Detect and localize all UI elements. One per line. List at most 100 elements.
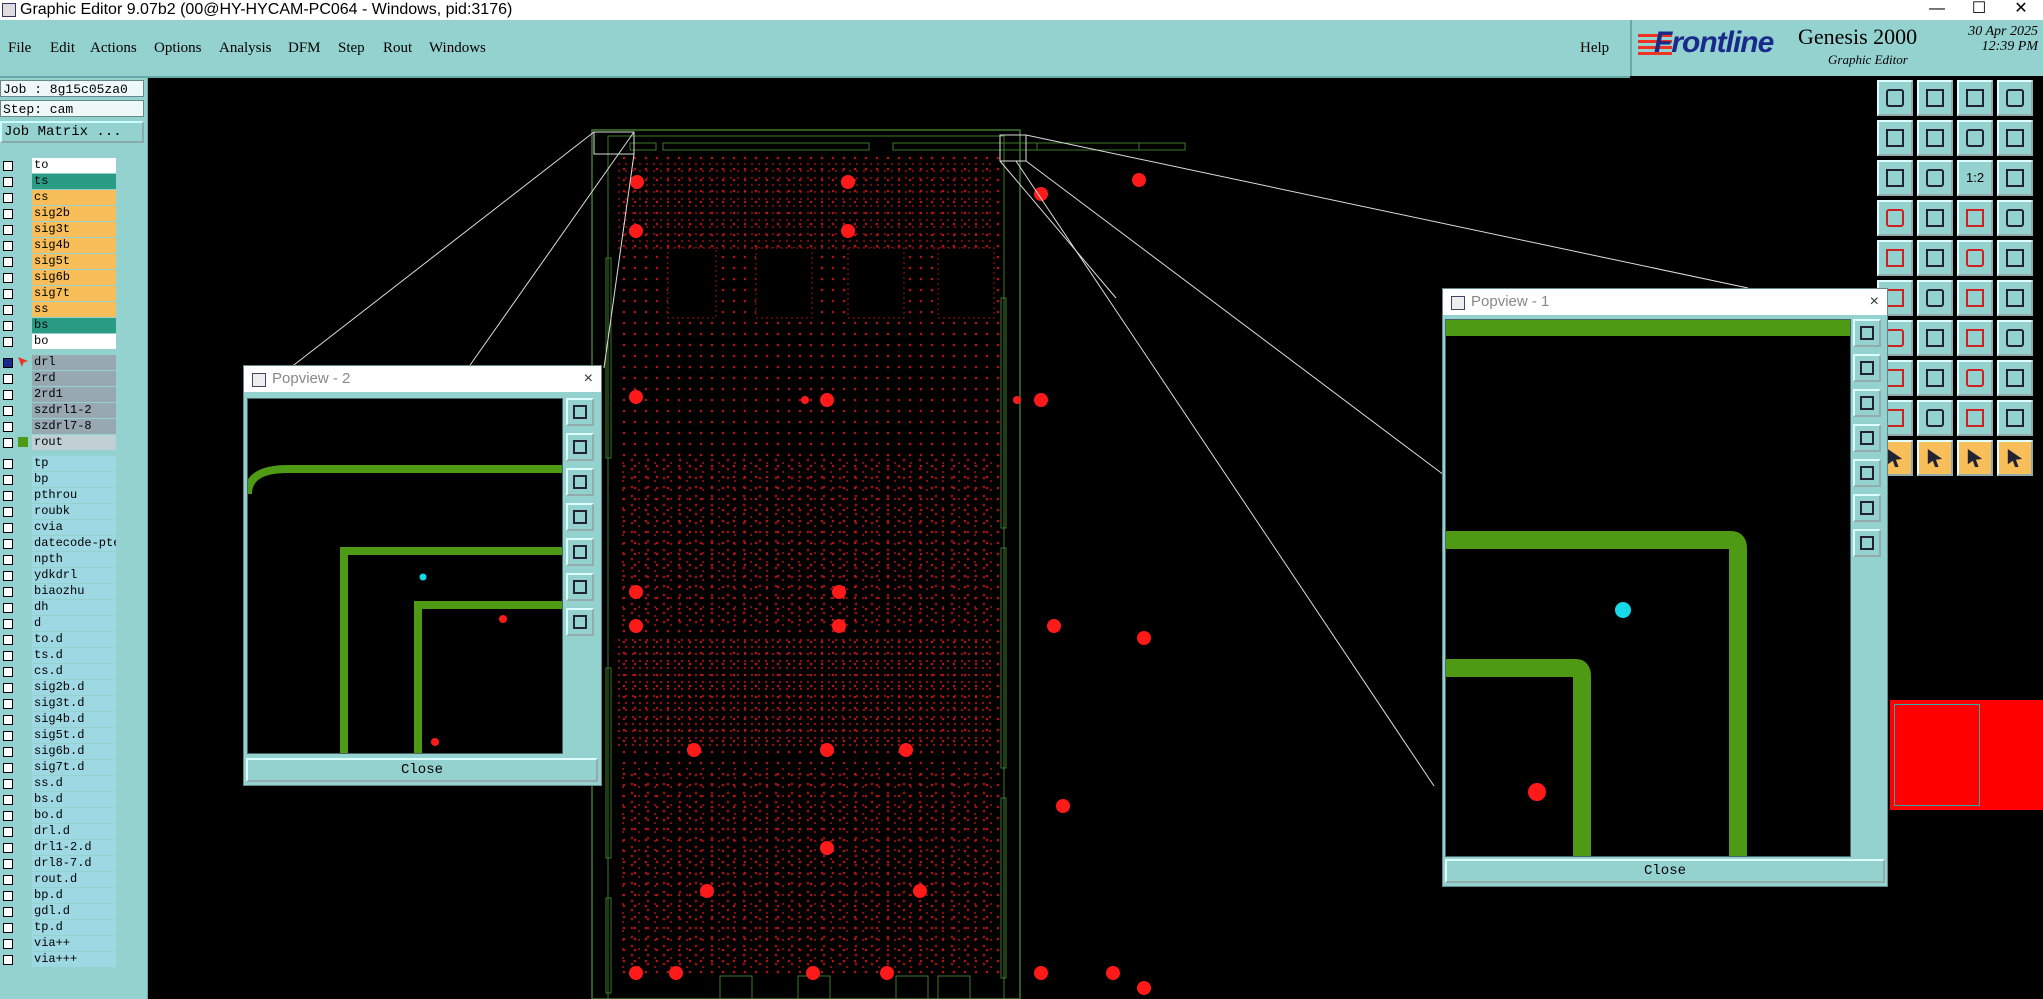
popview-1-close-button[interactable]: Close [1445, 859, 1885, 883]
zoom-home-button[interactable] [566, 433, 594, 461]
layer-checkbox[interactable] [3, 603, 13, 613]
job-matrix-button[interactable]: Job Matrix ... [0, 121, 144, 143]
layer-checkbox[interactable] [3, 539, 13, 549]
zoom-area-button[interactable] [1957, 120, 1993, 156]
layer-row[interactable]: dh [0, 600, 118, 615]
layer-name[interactable]: cs.d [32, 664, 116, 679]
layer-checkbox[interactable] [3, 699, 13, 709]
layer-name[interactable]: ydkdrl [32, 568, 116, 583]
menu-file[interactable]: File [8, 40, 31, 57]
layer-checkbox[interactable] [3, 177, 13, 187]
layer-row[interactable]: drl.d [0, 824, 118, 839]
layer-row[interactable]: sig2b [0, 206, 118, 221]
overview-map[interactable] [1890, 700, 2043, 810]
layer-name[interactable]: sig5t [32, 254, 116, 269]
layer-checkbox[interactable] [3, 715, 13, 725]
close-window-button[interactable]: ✕ [2000, 0, 2042, 20]
popview-2-close-icon[interactable]: × [584, 366, 593, 392]
layer-checkbox[interactable] [3, 475, 13, 485]
layer-name[interactable]: drl1-2.d [32, 840, 116, 855]
zoom-in-button[interactable] [566, 468, 594, 496]
fit-button[interactable] [1877, 160, 1913, 196]
layer-name[interactable]: sig2b [32, 206, 116, 221]
layer-name[interactable]: bp.d [32, 888, 116, 903]
layer-checkbox[interactable] [3, 667, 13, 677]
layer-row[interactable]: sig3t [0, 222, 118, 237]
layer-checkbox[interactable] [3, 683, 13, 693]
pan-right-button[interactable] [1917, 120, 1953, 156]
undo-button[interactable] [1957, 320, 1993, 356]
minimize-button[interactable]: — [1916, 0, 1958, 20]
layer-checkbox[interactable] [3, 555, 13, 565]
layer-name[interactable]: tp.d [32, 920, 116, 935]
menu-actions[interactable]: Actions [90, 40, 137, 57]
layer-name[interactable]: szdrl7-8 [32, 419, 116, 434]
layer-row[interactable]: to [0, 158, 118, 173]
layer-checkbox[interactable] [3, 651, 13, 661]
layer-name[interactable]: bo.d [32, 808, 116, 823]
cut-button[interactable] [1917, 360, 1953, 396]
layer-checkbox[interactable] [3, 257, 13, 267]
draw-line-button[interactable] [1917, 320, 1953, 356]
pan-left-button[interactable] [1877, 120, 1913, 156]
layer-row[interactable]: sig2b.d [0, 680, 118, 695]
layer-name[interactable]: roubk [32, 504, 116, 519]
layer-checkbox[interactable] [3, 619, 13, 629]
bar-button[interactable] [1957, 240, 1993, 276]
question-button[interactable] [1997, 160, 2033, 196]
layer-row[interactable]: d [0, 616, 118, 631]
layer-row[interactable]: bp [0, 472, 118, 487]
layer-checkbox[interactable] [3, 523, 13, 533]
layer-name[interactable]: via++ [32, 936, 116, 951]
layer-row[interactable]: drl [0, 355, 118, 370]
arc-d-button[interactable] [1997, 400, 2033, 436]
circle-button[interactable] [1997, 240, 2033, 276]
layer-checkbox[interactable] [3, 747, 13, 757]
layer-row[interactable]: 2rd [0, 371, 118, 386]
layer-row[interactable]: biaozhu [0, 584, 118, 599]
layer-name[interactable]: sig5t.d [32, 728, 116, 743]
layer-row[interactable]: to.d [0, 632, 118, 647]
view-lock-button[interactable] [566, 398, 594, 426]
layer-name[interactable]: drl8-7.d [32, 856, 116, 871]
popview-2-view[interactable] [247, 398, 563, 754]
layer-checkbox[interactable] [3, 321, 13, 331]
layer-down-button[interactable] [1997, 200, 2033, 236]
select-drag-button[interactable] [1957, 440, 1993, 476]
pad-button[interactable] [1877, 240, 1913, 276]
layer-up-button[interactable] [1957, 200, 1993, 236]
popview-2-close-button[interactable]: Close [246, 758, 598, 782]
cross-button[interactable] [1917, 280, 1953, 316]
layer-checkbox[interactable] [3, 795, 13, 805]
layer-row[interactable]: ts.d [0, 648, 118, 663]
layer-name[interactable]: sig7t.d [32, 760, 116, 775]
layer-row[interactable]: sig7t [0, 286, 118, 301]
layer-checkbox[interactable] [3, 161, 13, 171]
layer-row[interactable]: rout.d [0, 872, 118, 887]
layer-name[interactable]: tp [32, 456, 116, 471]
maximize-button[interactable]: ☐ [1958, 0, 2000, 20]
layer-checkbox[interactable] [3, 273, 13, 283]
pan-right-button[interactable] [1853, 459, 1881, 487]
layer-row[interactable]: 2rd1 [0, 387, 118, 402]
layer-checkbox[interactable] [3, 843, 13, 853]
layer-row[interactable]: bs.d [0, 792, 118, 807]
layer-row[interactable]: sig6b [0, 270, 118, 285]
layer-row[interactable]: datecode-pte [0, 536, 118, 551]
open-button[interactable] [1877, 80, 1913, 116]
layer-name[interactable]: ts [32, 174, 116, 189]
layer-name[interactable]: gdl.d [32, 904, 116, 919]
layer-row[interactable]: sig5t [0, 254, 118, 269]
layer-checkbox[interactable] [3, 811, 13, 821]
layer-name[interactable]: ts.d [32, 648, 116, 663]
layer-checkbox[interactable] [3, 907, 13, 917]
layer-row[interactable]: npth [0, 552, 118, 567]
layer-checkbox[interactable] [3, 422, 13, 432]
layer-name[interactable]: pthrou [32, 488, 116, 503]
layer-row[interactable]: bo.d [0, 808, 118, 823]
layer-name[interactable]: bo [32, 334, 116, 349]
layer-row[interactable]: tp [0, 456, 118, 471]
layer-name[interactable]: sig2b.d [32, 680, 116, 695]
save-button[interactable] [1917, 80, 1953, 116]
layer-checkbox[interactable] [3, 491, 13, 501]
